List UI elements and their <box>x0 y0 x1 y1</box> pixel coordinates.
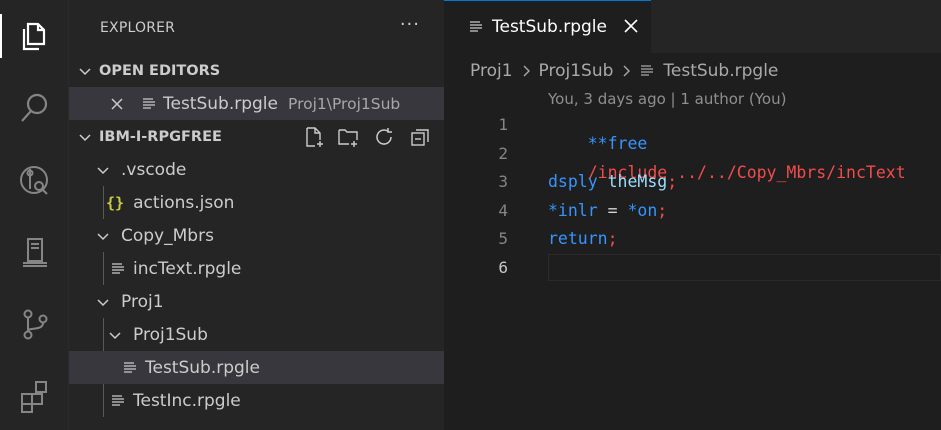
tree-folder-proj1[interactable]: Proj1 <box>69 285 444 318</box>
code-line-4[interactable]: *inlr = *on; <box>548 201 667 220</box>
file-lines-icon <box>112 394 124 406</box>
line-number: 2 <box>498 144 508 163</box>
workspace-section-header[interactable]: IBM-I-RPGFREE <box>69 120 444 153</box>
file-lines-icon <box>143 97 155 109</box>
files-icon <box>22 22 45 51</box>
code-token-indicator: *inlr <box>548 201 598 220</box>
source-search-activity-button[interactable] <box>0 152 69 208</box>
chevron-right-icon <box>623 65 631 77</box>
code-token-keyword: dsply <box>548 172 598 191</box>
explorer-sidebar: EXPLORER ··· OPEN EDITORS TestSub.rpgle … <box>69 0 444 430</box>
tree-folder-copy-mbrs[interactable]: Copy_Mbrs <box>69 219 444 252</box>
file-lines-icon <box>124 361 136 373</box>
code-token-keyword: return <box>548 229 608 248</box>
server-icon <box>22 238 47 267</box>
close-icon[interactable] <box>110 97 124 111</box>
editor-tab-bar: TestSub.rpgle <box>444 0 941 53</box>
extensions-activity-button[interactable] <box>0 368 69 424</box>
chevron-down-icon <box>79 67 91 75</box>
file-lines-icon <box>641 65 654 76</box>
json-braces-icon: {} <box>106 193 125 212</box>
breadcrumb-item[interactable]: Proj1Sub <box>539 61 614 81</box>
explorer-activity-button[interactable] <box>0 8 69 64</box>
tree-item-label: TestInc.rpgle <box>133 390 241 411</box>
open-editor-filename: TestSub.rpgle <box>163 93 278 114</box>
tree-item-label: .vscode <box>121 159 187 180</box>
collapse-all-icon[interactable] <box>409 126 431 148</box>
code-line-3[interactable]: dsply theMsg; <box>548 172 677 191</box>
chevron-down-icon <box>97 166 109 174</box>
new-file-icon[interactable] <box>303 126 325 148</box>
source-search-icon <box>19 166 48 195</box>
chevron-down-icon <box>97 232 109 240</box>
line-number-current: 6 <box>498 258 508 277</box>
explorer-header: EXPLORER ··· <box>69 0 444 56</box>
code-token-semicolon: ; <box>657 201 668 220</box>
file-lines-icon <box>470 21 482 32</box>
server-activity-button[interactable] <box>0 224 69 280</box>
tab-label: TestSub.rpgle <box>492 17 607 37</box>
editor-area: TestSub.rpgle Proj1 Proj1Sub TestSub.rpg… <box>444 0 941 430</box>
tree-file-actions-json[interactable]: {} actions.json <box>69 186 444 219</box>
code-token-semicolon: ; <box>667 172 678 191</box>
activity-bar <box>0 0 69 430</box>
code-token-constant: *on <box>627 201 658 220</box>
line-number: 5 <box>498 229 508 248</box>
tree-item-label: actions.json <box>133 192 235 213</box>
tree-item-label: incText.rpgle <box>133 258 242 279</box>
refresh-icon[interactable] <box>374 126 396 148</box>
git-blame-codelens[interactable]: You, 3 days ago | 1 author (You) <box>548 90 786 108</box>
close-icon[interactable] <box>622 17 640 35</box>
open-editors-label: OPEN EDITORS <box>99 62 221 79</box>
breadcrumb-item[interactable]: TestSub.rpgle <box>663 61 778 81</box>
tree-folder-proj1sub[interactable]: Proj1Sub <box>69 318 444 351</box>
current-line-highlight <box>548 254 941 281</box>
explorer-title: EXPLORER <box>100 20 176 36</box>
more-actions-button[interactable]: ··· <box>400 14 420 35</box>
source-control-activity-button[interactable] <box>0 296 69 352</box>
extensions-icon <box>20 381 47 413</box>
breadcrumb: Proj1 Proj1Sub TestSub.rpgle <box>470 58 778 84</box>
line-number: 3 <box>498 172 508 191</box>
tree-item-label: Proj1 <box>121 291 164 312</box>
chevron-down-icon <box>97 298 109 306</box>
tree-item-label: Proj1Sub <box>133 324 208 345</box>
code-token-operator: = <box>597 201 628 220</box>
tree-item-label: Copy_Mbrs <box>121 225 214 246</box>
tree-file-testinc[interactable]: TestInc.rpgle <box>69 384 444 417</box>
code-token-semicolon: ; <box>607 229 618 248</box>
tree-folder-vscode[interactable]: .vscode <box>69 153 444 186</box>
search-icon <box>20 93 47 122</box>
chevron-right-icon <box>523 65 530 77</box>
open-editors-section-header[interactable]: OPEN EDITORS <box>69 54 444 87</box>
workspace-label: IBM-I-RPGFREE <box>99 128 222 145</box>
chevron-down-icon <box>109 331 121 339</box>
tree-item-label: TestSub.rpgle <box>145 357 260 378</box>
chevron-down-icon <box>79 133 91 141</box>
line-number: 1 <box>498 115 508 134</box>
source-control-icon <box>23 309 47 340</box>
new-folder-icon[interactable] <box>337 126 359 148</box>
code-token-variable: theMsg <box>607 172 668 191</box>
search-activity-button[interactable] <box>0 80 69 136</box>
breadcrumb-item[interactable]: Proj1 <box>470 61 513 81</box>
tree-file-testsub[interactable]: TestSub.rpgle <box>69 351 444 384</box>
code-line-5[interactable]: return; <box>548 229 618 248</box>
editor-tab-testsub[interactable]: TestSub.rpgle <box>444 0 651 53</box>
file-lines-icon <box>112 262 124 274</box>
open-editor-path: Proj1\Proj1Sub <box>288 94 401 113</box>
tree-file-inctext[interactable]: incText.rpgle <box>69 252 444 285</box>
open-editor-item[interactable]: TestSub.rpgle Proj1\Proj1Sub <box>69 87 444 120</box>
line-number: 4 <box>498 201 508 220</box>
